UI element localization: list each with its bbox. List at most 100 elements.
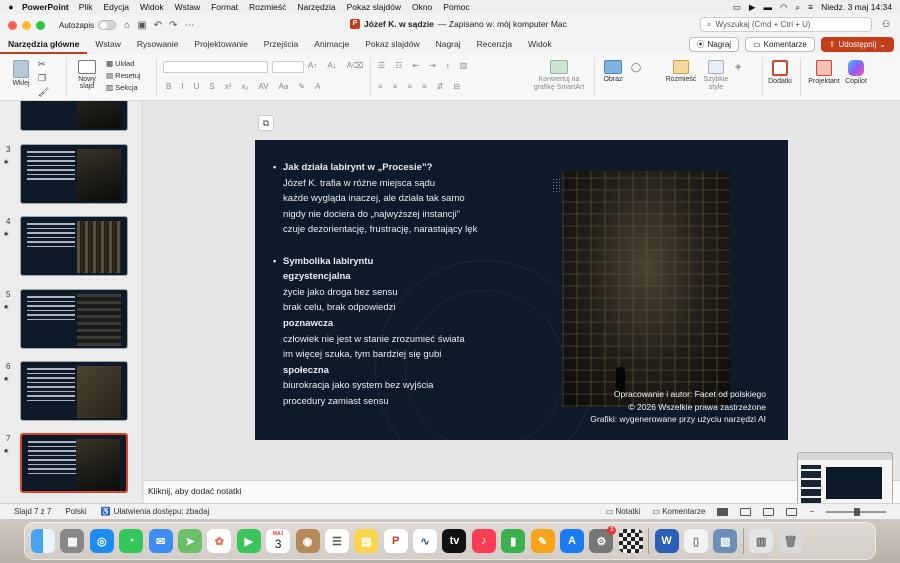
menu-plik[interactable]: Plik <box>79 2 93 12</box>
paste-button[interactable]: Wklej <box>8 60 34 87</box>
grow-font-icon[interactable]: A↑ <box>308 61 317 70</box>
normal-view-icon[interactable] <box>717 507 729 516</box>
menu-pomoc[interactable]: Pomoc <box>443 2 469 12</box>
comments-button[interactable]: ▭ Komentarze <box>745 37 815 52</box>
slide-sorter-icon[interactable] <box>740 507 752 516</box>
font-size-select[interactable] <box>272 61 304 73</box>
slide-bullet-list[interactable]: Jak działa labirynt w „Procesie”? Józef … <box>273 160 543 410</box>
finder-icon[interactable] <box>31 529 55 553</box>
more-icon[interactable]: ⋯ <box>184 20 194 31</box>
play-icon[interactable]: ▶ <box>749 2 756 13</box>
underline-icon[interactable]: U <box>194 82 200 91</box>
format-painter-icon[interactable]: 🖌 <box>38 87 49 98</box>
highlight-icon[interactable]: ✎ <box>298 82 305 91</box>
fill-icon[interactable]: ◈ <box>735 62 741 71</box>
messages-icon[interactable]: ◔ <box>119 529 144 553</box>
reset-button[interactable]: ▤ Resetuj <box>106 71 141 80</box>
italic-icon[interactable]: I <box>181 82 183 91</box>
undo-icon[interactable]: ↶ <box>154 20 162 31</box>
pages-icon[interactable]: ✎ <box>530 529 555 553</box>
contacts-icon[interactable]: ◉ <box>295 529 320 553</box>
numbers-icon[interactable]: ▮ <box>501 529 526 553</box>
picture-button[interactable]: Obraz <box>600 60 626 83</box>
safari-icon[interactable]: ◎ <box>89 529 114 553</box>
preview-icon[interactable]: ▨ <box>713 529 738 553</box>
powerpoint-dock-icon[interactable]: P <box>383 529 408 553</box>
home-icon[interactable]: ⌂ <box>124 20 130 31</box>
slide-editor-canvas[interactable]: Jak działa labirynt w „Procesie”? Józef … <box>144 101 900 480</box>
menu-widok[interactable]: Widok <box>140 2 164 12</box>
share-button[interactable]: ⇪ Udostępnij ⌄ <box>820 37 894 52</box>
maps-icon[interactable]: ➤ <box>177 529 202 553</box>
zoom-slider[interactable] <box>826 507 886 516</box>
slide-thumbnail-6[interactable]: 6 ★ <box>0 361 142 423</box>
wifi-icon[interactable]: ◠ <box>780 2 787 13</box>
text-direction-icon[interactable]: ⇵ <box>437 82 444 91</box>
launchpad-icon[interactable]: ▦ <box>60 529 85 553</box>
tab-review[interactable]: Recenzja <box>469 36 520 54</box>
slide-thumbnail-3[interactable]: 3 ★ <box>0 144 142 206</box>
columns-icon[interactable]: ▥ <box>460 61 468 70</box>
outdent-icon[interactable]: ⇤ <box>412 61 419 70</box>
section-button[interactable]: ▥ Sekcja <box>106 83 141 92</box>
search-box[interactable]: ⌕ Wyszukaj (Cmd + Ctrl + U) <box>700 17 872 32</box>
app-menu[interactable]: PowerPoint <box>22 2 69 12</box>
tab-view[interactable]: Widok <box>520 36 560 54</box>
window-preview-thumbnail[interactable] <box>797 452 893 510</box>
record-button[interactable]: ⦿ Nagraj <box>688 37 740 52</box>
redo-icon[interactable]: ↷ <box>169 20 177 31</box>
align-center-icon[interactable]: ≡ <box>393 82 398 91</box>
indent-icon[interactable]: ⇥ <box>429 61 436 70</box>
menu-okno[interactable]: Okno <box>412 2 432 12</box>
designer-suggestions-icon[interactable]: ⧉ <box>258 115 274 131</box>
tab-transitions[interactable]: Przejścia <box>256 36 306 54</box>
tab-record[interactable]: Nagraj <box>428 36 469 54</box>
addins-button[interactable]: Dodatki <box>766 60 794 85</box>
strike-icon[interactable]: S <box>209 82 214 91</box>
layout-button[interactable]: ▦ Układ <box>106 59 141 68</box>
slide-thumbnail-7[interactable]: 7 ★ <box>0 433 142 495</box>
font-family-select[interactable] <box>163 61 268 73</box>
new-slide-button[interactable]: Nowy slajd <box>72 60 102 90</box>
copy-icon[interactable]: ❐ <box>38 73 49 84</box>
document-status[interactable]: — Zapisano w: mój komputer Mac <box>438 19 567 29</box>
bullets-icon[interactable]: ☰ <box>378 61 385 70</box>
reading-view-icon[interactable] <box>763 507 775 516</box>
control-center-icon[interactable]: ≡ <box>808 2 813 12</box>
slide-thumbnail-2[interactable] <box>0 101 142 133</box>
menu-pokaz-slajdow[interactable]: Pokaz slajdów <box>347 2 401 12</box>
subscript-icon[interactable]: x₂ <box>241 82 248 91</box>
numbering-icon[interactable]: ☷ <box>395 61 402 70</box>
menu-format[interactable]: Format <box>211 2 238 12</box>
slide-thumbnail-4[interactable]: 4 ★ <box>0 216 142 278</box>
music-icon[interactable]: ♪ <box>471 529 496 553</box>
zoom-out-icon[interactable]: − <box>809 507 814 516</box>
tab-home[interactable]: Narzędzia główne <box>0 36 88 54</box>
align-right-icon[interactable]: ≡ <box>407 82 412 91</box>
search-icon[interactable]: ⌕ <box>795 2 800 13</box>
tab-animations[interactable]: Animacje <box>306 36 357 54</box>
close-window-button[interactable] <box>8 20 17 30</box>
video-icon[interactable]: ▭ <box>733 2 741 13</box>
system-settings-icon[interactable]: ⚙ 1 <box>589 526 617 553</box>
slide-thumbnail-5[interactable]: 5 ★ <box>0 289 142 351</box>
photos-icon[interactable]: ✿ <box>207 529 232 553</box>
menu-rozmiesc[interactable]: Rozmieść <box>249 2 286 12</box>
notes-pane[interactable]: Kliknij, aby dodać notatki <box>144 480 900 503</box>
menu-narzedzia[interactable]: Narzędzia <box>297 2 335 12</box>
shapes-icon[interactable]: ◯ <box>631 62 641 73</box>
facetime-icon[interactable]: ▶ <box>236 529 261 553</box>
reminders-icon[interactable]: ☰ <box>324 529 349 553</box>
clear-format-icon[interactable]: A⌫ <box>347 61 364 70</box>
document-icon[interactable]: ▯ <box>683 529 708 553</box>
superscript-icon[interactable]: x² <box>225 82 232 91</box>
bold-icon[interactable]: B <box>166 82 171 91</box>
case-icon[interactable]: Aa <box>279 82 289 91</box>
notes-icon[interactable]: ▤ <box>354 529 379 553</box>
cut-icon[interactable]: ✂ <box>38 59 49 70</box>
smartart-button[interactable]: Konwertuj na grafikę SmartArt <box>528 60 590 92</box>
mail-icon[interactable]: ✉ <box>148 529 173 553</box>
language-indicator[interactable]: Polski <box>65 507 86 516</box>
apple-tv-icon[interactable]: tv <box>442 529 467 553</box>
apple-icon[interactable]: ● <box>0 2 22 12</box>
